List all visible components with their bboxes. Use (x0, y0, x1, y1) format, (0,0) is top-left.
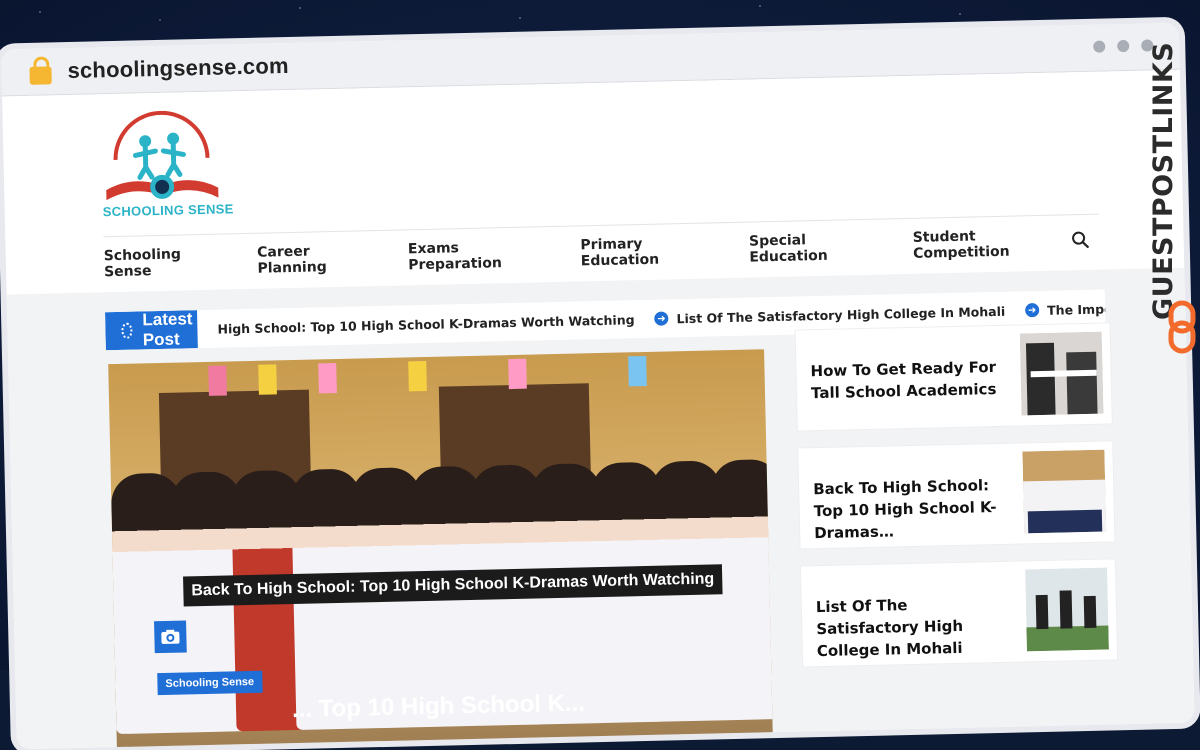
bunting-flag (208, 365, 227, 396)
browser-window: schoolingsense.com SCHOOLING SENSE Schoo… (0, 0, 1200, 750)
post-card[interactable]: Back To High School: Top 10 High School … (798, 441, 1115, 549)
loading-icon (121, 322, 133, 339)
lock-icon (29, 66, 52, 85)
arrow-right-icon: ➜ (1025, 303, 1040, 318)
website: SCHOOLING SENSE Schooling Sense Career P… (2, 69, 1195, 750)
nav-item-career-planning[interactable]: Career Planning (257, 242, 379, 277)
post-thumbnail[interactable] (1025, 567, 1109, 652)
nav-item-student-competition[interactable]: Student Competition (913, 226, 1070, 261)
url-text[interactable]: schoolingsense.com (67, 53, 289, 84)
bunting-flag (628, 355, 647, 387)
window-dot-icon[interactable] (1093, 40, 1106, 53)
ticker-item[interactable]: ➜ The Importance Of The Five Senses In S (1025, 296, 1106, 318)
nav-item-special-education[interactable]: Special Education (749, 231, 883, 265)
post-card-title[interactable]: Back To High School: Top 10 High School … (813, 474, 1000, 544)
nav-item-exams-preparation[interactable]: Exams Preparation (408, 238, 551, 273)
arrow-right-icon: ➜ (654, 311, 669, 326)
post-card-title[interactable]: How To Get Ready For Tall School Academi… (810, 356, 997, 404)
bunting-flag (508, 358, 527, 390)
category-badge[interactable]: Schooling Sense (157, 670, 263, 696)
post-thumbnail[interactable] (1019, 331, 1104, 416)
post-card[interactable]: How To Get Ready For Tall School Academi… (795, 323, 1112, 431)
bunting-flag (258, 364, 277, 395)
latest-post-label: Latest Post (105, 309, 198, 351)
post-thumbnail[interactable] (1022, 449, 1107, 534)
ticker-item[interactable]: High School: Top 10 High School K-Dramas… (217, 312, 634, 336)
post-card[interactable]: List Of The Satisfactory High College In… (800, 559, 1118, 667)
latest-post-text: Latest Post (142, 309, 193, 350)
nav-item-schooling-sense[interactable]: Schooling Sense (104, 245, 228, 280)
ticker-item-text[interactable]: The Importance Of The Five Senses In S (1047, 296, 1106, 317)
post-card-title[interactable]: List Of The Satisfactory High College In… (816, 592, 1003, 662)
search-icon[interactable] (1071, 231, 1089, 249)
bunting-flag (318, 362, 337, 394)
window-dot-icon[interactable] (1117, 39, 1130, 53)
featured-post-image[interactable]: Back To High School: Top 10 High School … (108, 349, 774, 750)
watermark-text: GUESTPOSTLINKS (1148, 41, 1179, 320)
ticker-item-text[interactable]: List Of The Satisfactory High College In… (676, 303, 1005, 325)
ticker-item-text[interactable]: High School: Top 10 High School K-Dramas… (217, 312, 634, 336)
window-controls (1093, 39, 1154, 53)
ticker-item[interactable]: ➜ List Of The Satisfactory High College … (654, 303, 1005, 326)
camera-icon[interactable] (154, 620, 187, 654)
browser-frame: schoolingsense.com SCHOOLING SENSE Schoo… (1, 22, 1195, 750)
chain-link-icon (1168, 300, 1196, 354)
bunting-flag (408, 360, 427, 392)
nav-item-primary-education[interactable]: Primary Education (580, 234, 719, 269)
logo-text[interactable]: SCHOOLING SENSE (103, 201, 234, 219)
